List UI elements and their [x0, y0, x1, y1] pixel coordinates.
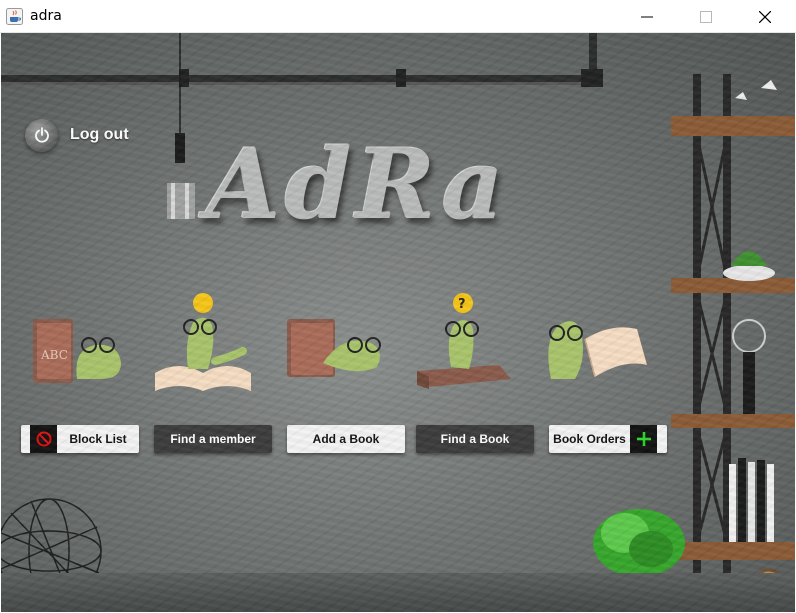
minimize-icon: [641, 16, 653, 18]
block-icon: [30, 425, 57, 453]
minimize-button[interactable]: [624, 0, 670, 33]
main-panel: Log out AdRa ABC ? Block List Find a mem…: [1, 33, 795, 612]
java-coffee-icon: [6, 8, 23, 25]
title-bar: adra: [0, 0, 796, 33]
book-orders-button[interactable]: Book Orders: [549, 425, 667, 453]
find-member-button[interactable]: Find a member: [154, 425, 272, 453]
floor: [1, 573, 795, 612]
svg-text:?: ?: [458, 297, 466, 312]
add-book-label: Add a Book: [312, 432, 380, 446]
logout-label: Log out: [70, 126, 129, 143]
maximize-icon: [700, 11, 712, 23]
app-logo: AdRa: [206, 128, 508, 241]
worm-with-book-illustration: ABC: [33, 319, 121, 383]
book-orders-label: Book Orders: [553, 432, 626, 446]
svg-text:ABC: ABC: [40, 348, 68, 362]
maximize-button[interactable]: [683, 0, 729, 33]
window-title: adra: [30, 8, 62, 24]
block-list-button[interactable]: Block List: [21, 425, 139, 453]
find-book-button[interactable]: Find a Book: [416, 425, 534, 453]
power-icon: [25, 118, 58, 152]
logout-button[interactable]: Log out: [25, 118, 129, 152]
worm-with-idea-illustration: [155, 293, 251, 391]
find-member-label: Find a member: [170, 432, 256, 446]
close-icon: [759, 11, 771, 23]
close-button[interactable]: [742, 0, 788, 33]
block-list-label: Block List: [69, 432, 127, 446]
plus-icon: [630, 425, 657, 453]
add-book-button[interactable]: Add a Book: [287, 425, 405, 453]
hanging-bulb-illustration: [167, 33, 195, 219]
worm-through-book-illustration: [287, 319, 381, 377]
find-book-label: Find a Book: [440, 432, 510, 446]
worm-reading-illustration: [548, 321, 647, 379]
worm-with-question-illustration: ?: [417, 293, 511, 389]
